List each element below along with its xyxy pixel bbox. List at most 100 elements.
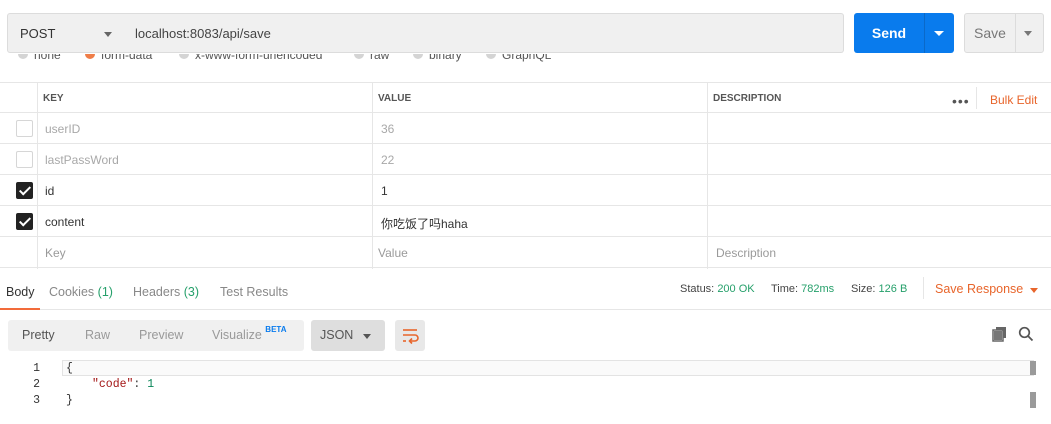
- send-button[interactable]: Send: [854, 13, 954, 53]
- chevron-down-icon: [363, 334, 371, 339]
- method-select[interactable]: POST: [7, 13, 125, 53]
- method-label: POST: [20, 26, 56, 41]
- row-checkbox-checked[interactable]: [16, 213, 33, 230]
- radio-label: GraphQL: [502, 54, 552, 62]
- value-placeholder[interactable]: Value: [378, 237, 408, 267]
- chevron-down-icon: [104, 32, 112, 37]
- body-type-radios: none form-data x-www-form-urlencoded raw…: [0, 54, 1051, 70]
- wrap-icon: [403, 329, 419, 345]
- tab-count: (1): [97, 285, 113, 299]
- size-value[interactable]: 126 B: [879, 283, 908, 295]
- copy-icon[interactable]: [992, 326, 1008, 342]
- size-text: Size: 126 B: [851, 283, 907, 295]
- table-row: userID 36: [0, 113, 1051, 144]
- tab-label: Cookies: [49, 285, 95, 299]
- more-options-icon[interactable]: •••: [952, 93, 970, 109]
- view-visualize[interactable]: Visualize BETA: [212, 325, 287, 342]
- time-label: Time:: [771, 283, 799, 295]
- radio-icon: [486, 54, 496, 59]
- row-checkbox[interactable]: [16, 151, 33, 168]
- table-row: id 1: [0, 175, 1051, 206]
- radio-label: raw: [370, 54, 390, 62]
- row-value[interactable]: 1: [381, 175, 388, 205]
- column-divider: [707, 82, 708, 269]
- bulk-edit-link[interactable]: Bulk Edit: [990, 93, 1037, 107]
- tab-body[interactable]: Body: [6, 285, 35, 299]
- line-number: 3: [33, 394, 40, 407]
- radio-icon: [413, 54, 423, 59]
- row-value[interactable]: 36: [381, 113, 394, 143]
- status-value[interactable]: 200 OK: [717, 283, 754, 295]
- code-line: }: [66, 394, 73, 407]
- tab-label: Body: [6, 285, 35, 299]
- key-placeholder[interactable]: Key: [45, 237, 66, 267]
- description-placeholder[interactable]: Description: [716, 237, 776, 267]
- view-pretty[interactable]: Pretty: [22, 328, 55, 342]
- column-divider: [372, 82, 373, 269]
- tab-label: Test Results: [220, 285, 289, 299]
- save-button[interactable]: Save: [964, 13, 1044, 53]
- json-value: 1: [147, 378, 155, 391]
- wrap-lines-button[interactable]: [395, 320, 425, 351]
- divider: [923, 277, 924, 299]
- row-checkbox[interactable]: [16, 120, 33, 137]
- chevron-down-icon[interactable]: [1030, 288, 1038, 293]
- current-line-highlight: [62, 360, 1034, 376]
- chevron-down-icon[interactable]: [934, 31, 944, 36]
- row-key[interactable]: userID: [45, 113, 80, 143]
- search-icon[interactable]: [1018, 326, 1034, 342]
- tab-test-results[interactable]: Test Results: [220, 285, 288, 299]
- row-value[interactable]: 22: [381, 144, 394, 174]
- header-value: VALUE: [378, 93, 412, 104]
- table-row-new: Key Value Description: [0, 237, 1051, 268]
- status-text: Status: 200 OK: [680, 283, 755, 295]
- format-select[interactable]: JSON: [311, 320, 385, 351]
- code-line: "code": 1: [92, 378, 154, 391]
- tab-label: Headers: [133, 285, 181, 299]
- save-response-button[interactable]: Save Response: [935, 282, 1023, 296]
- line-number: 1: [33, 362, 40, 375]
- scrollbar-thumb[interactable]: [1030, 392, 1036, 408]
- format-label: JSON: [320, 328, 354, 342]
- column-divider: [37, 82, 38, 269]
- beta-badge: BETA: [265, 325, 287, 334]
- active-tab-indicator: [0, 308, 40, 310]
- row-key[interactable]: lastPassWord: [45, 144, 119, 174]
- url-input[interactable]: [124, 13, 844, 53]
- time-value[interactable]: 782ms: [801, 283, 834, 295]
- row-key[interactable]: content: [45, 206, 84, 236]
- view-mode-toggle: Pretty Raw Preview Visualize BETA: [8, 320, 304, 351]
- view-preview[interactable]: Preview: [139, 328, 183, 342]
- response-body[interactable]: 1 { 2 "code": 1 3 }: [0, 360, 1051, 424]
- view-raw[interactable]: Raw: [85, 328, 110, 342]
- json-sep: :: [133, 378, 148, 391]
- code-line: {: [66, 362, 73, 375]
- table-header: KEY VALUE DESCRIPTION ••• Bulk Edit: [0, 82, 1051, 113]
- radio-label: x-www-form-urlencoded: [195, 54, 323, 62]
- radio-icon: [18, 54, 28, 59]
- save-label: Save: [974, 25, 1006, 41]
- row-checkbox-checked[interactable]: [16, 182, 33, 199]
- chevron-down-icon[interactable]: [1024, 31, 1032, 36]
- tab-headers[interactable]: Headers (3): [133, 285, 199, 299]
- tab-cookies[interactable]: Cookies (1): [49, 285, 113, 299]
- send-label: Send: [871, 25, 907, 41]
- time-text: Time: 782ms: [771, 283, 834, 295]
- radio-label: form-data: [101, 54, 153, 62]
- line-number: 2: [33, 378, 40, 391]
- send-divider: [924, 13, 925, 53]
- table-row: lastPassWord 22: [0, 144, 1051, 175]
- scrollbar-thumb[interactable]: [1030, 361, 1036, 375]
- radio-label: none: [34, 54, 61, 62]
- radio-label: binary: [429, 54, 462, 62]
- size-label: Size:: [851, 283, 876, 295]
- json-key: "code": [92, 378, 134, 391]
- header-key: KEY: [43, 93, 64, 104]
- radio-icon: [179, 54, 189, 59]
- row-value[interactable]: 你吃饭了吗haha: [381, 206, 468, 236]
- status-label: Status:: [680, 283, 715, 295]
- header-description: DESCRIPTION: [713, 93, 782, 104]
- visualize-label: Visualize: [212, 328, 262, 342]
- row-key[interactable]: id: [45, 175, 54, 205]
- save-divider: [1015, 14, 1016, 52]
